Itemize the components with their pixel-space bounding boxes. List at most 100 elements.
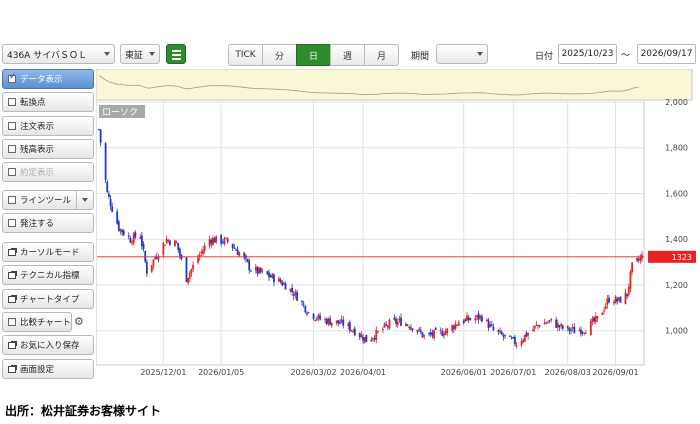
sidebar-item[interactable]: テクニカル指標 [2,265,94,285]
checkbox [8,219,16,227]
candle-body [535,324,538,326]
chevron-down-icon [104,52,110,56]
candle-body [271,273,274,278]
candle-body [614,296,617,304]
chevron-down-icon[interactable] [76,191,93,209]
chevron-down-icon [477,52,483,56]
candle-body [350,330,353,332]
candle-body [169,240,171,245]
candle-body [362,336,364,341]
sidebar-item[interactable]: ラインツール [2,190,94,210]
candle-body [261,270,264,272]
candle-body [273,274,275,283]
interval-month-button[interactable]: 月 [364,44,399,66]
candle-body [248,260,251,271]
candle-body [353,328,356,336]
sidebar-item[interactable]: 比較チャート [2,312,72,332]
symbol-text: 436A サイバＳＯＬ [7,50,88,61]
market-select[interactable]: 東証 [120,44,160,64]
interval-tick-button[interactable]: TICK [228,44,263,66]
candle-body [185,257,188,282]
gear-icon[interactable]: ⚙ [74,315,84,328]
candle-body [246,258,249,262]
date-from-input[interactable]: 2025/10/23 [558,44,617,64]
sidebar-item[interactable]: 発注する [2,213,94,233]
sidebar-item[interactable]: 残高表示 [2,139,94,159]
candle-body [178,248,181,256]
candle-body [335,320,338,324]
sidebar-item[interactable]: データ表示 [2,69,94,89]
candle-body [363,337,366,343]
checkbox [8,168,16,176]
sidebar-item-label: チャートタイプ [20,295,80,305]
candle-body [175,242,178,244]
list-icon [172,58,181,60]
date-to-input[interactable]: 2026/09/17 [637,44,696,64]
sidebar-item[interactable]: 転換点 [2,92,94,112]
interval-week-button[interactable]: 週 [330,44,365,66]
price-chart[interactable]: 2,000 1,800 1,600 1,400 1,200 1,000 2025/12/01… [96,69,696,381]
candle-body [152,259,155,266]
candle-body [606,298,609,305]
candle-body [121,229,124,233]
candle-body [548,320,551,322]
candle-body [373,337,376,340]
sidebar-item[interactable]: カーソルモード [2,242,94,262]
candle-body [416,330,419,333]
series-badge-label: ローソク [102,107,138,118]
candle-body [330,322,333,326]
interval-minute-button[interactable]: 分 [262,44,297,66]
candle-body [108,193,110,197]
candle-body [556,323,559,328]
list-menu-button[interactable] [166,44,186,64]
sidebar-item[interactable]: 画面設定 [2,359,94,379]
candle-body [418,328,421,331]
candle-body [581,331,584,333]
candle-body [162,242,165,255]
candle-body [466,315,468,321]
sidebar-item-label: 転換点 [20,98,46,108]
candle-body [116,211,119,224]
candle-body [165,238,168,244]
candle-body [408,326,411,329]
candle-body [203,245,206,251]
period-select[interactable] [436,44,488,64]
candle-body [560,324,563,326]
sidebar-item[interactable]: チャートタイプ [2,289,94,309]
candle-body [405,323,407,326]
candle-body [282,283,285,285]
candle-body [187,278,190,283]
interval-day-button[interactable]: 日 [296,44,331,66]
candle-body [485,319,488,322]
candle-body [631,262,633,272]
sidebar-item-label: テクニカル指標 [20,271,80,281]
y-tick-label: 1,200 [665,281,688,290]
candle-body [512,336,515,338]
sidebar-item[interactable]: 約定表示 [2,162,94,182]
candle-body [637,259,640,261]
candle-body [386,326,389,328]
symbol-select[interactable]: 436A サイバＳＯＬ [2,44,115,64]
candle-body [593,317,596,322]
candle-body [626,293,629,296]
candle-body [291,287,294,293]
candle-body [340,319,343,323]
candle-body [636,258,638,262]
candle-body [266,271,269,275]
candle-body [429,332,432,335]
x-tick-label: 2026/01/05 [198,368,244,377]
sidebar-item[interactable]: 注文表示 [2,116,94,136]
candle-body [200,251,203,253]
candle-body [520,341,523,346]
checkbox [8,98,16,106]
candle-body [423,335,426,337]
navigator-strip [96,69,693,101]
candle-body [258,267,260,274]
candle-body [467,317,470,321]
candle-body [99,129,102,143]
candle-body [509,335,511,337]
candle-body [497,329,500,332]
date-tilde: ～ [621,51,631,61]
candle-body [578,330,581,332]
sidebar-item[interactable]: お気に入り保存 [2,335,94,355]
